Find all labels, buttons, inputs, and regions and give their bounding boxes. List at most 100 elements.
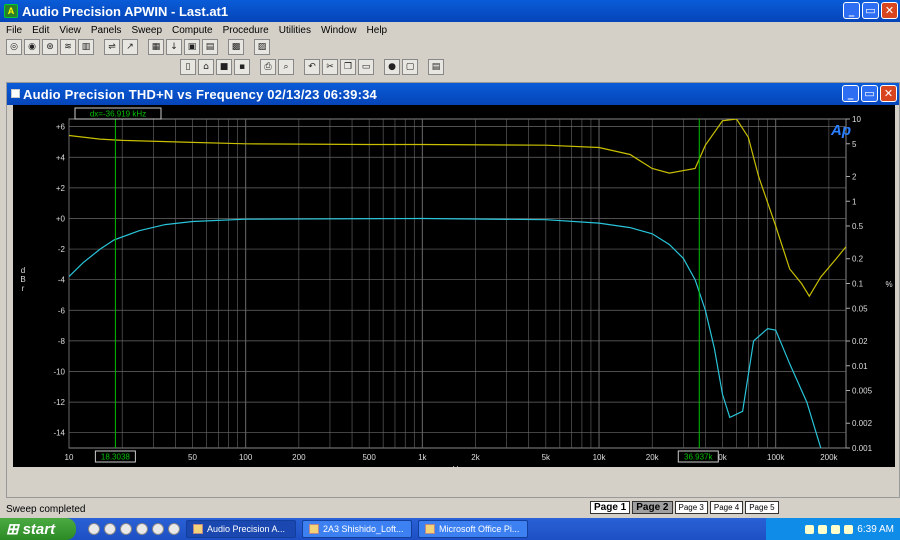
menu-compute[interactable]: Compute xyxy=(172,25,213,36)
media-icon[interactable] xyxy=(120,523,132,535)
stop-icon[interactable]: ▢ xyxy=(402,59,418,75)
y-right-tick-label: 0.5 xyxy=(852,222,864,231)
go-icon[interactable]: ● xyxy=(384,59,400,75)
save-icon[interactable]: ■ xyxy=(216,59,232,75)
desktop-icon[interactable] xyxy=(136,523,148,535)
open-file-icon[interactable]: ⌂ xyxy=(198,59,214,75)
start-button[interactable]: ⊞ start xyxy=(0,518,76,540)
copy-icon[interactable]: ❐ xyxy=(340,59,356,75)
task-office-picture[interactable]: Microsoft Office Pi... xyxy=(418,520,528,538)
graph-window-icon xyxy=(11,89,20,98)
graph-titlebar[interactable]: Audio Precision THD+N vs Frequency 02/13… xyxy=(7,83,899,105)
data-editor-icon[interactable]: ▤ xyxy=(202,39,218,55)
taskbar: ⊞ start Audio Precision A... 2A3 Shishid… xyxy=(0,518,900,540)
filter-panel-icon[interactable]: ≋ xyxy=(60,39,76,55)
y-left-axis-label: r xyxy=(22,284,25,293)
new-file-icon[interactable]: ▯ xyxy=(180,59,196,75)
x-tick-label: 1k xyxy=(418,453,427,462)
graph-view-icon[interactable]: ▣ xyxy=(184,39,200,55)
skype-icon[interactable] xyxy=(168,523,180,535)
sweep-panel-icon[interactable]: ⇌ xyxy=(104,39,120,55)
x-tick-label: 100k xyxy=(767,453,785,462)
graph-panel-icon[interactable]: ▦ xyxy=(148,39,164,55)
y-left-tick-label: -14 xyxy=(53,429,65,438)
macro-icon[interactable]: ▤ xyxy=(428,59,444,75)
y-left-tick-label: -12 xyxy=(53,398,65,407)
x-tick-label: 10 xyxy=(65,453,74,462)
minimize-button[interactable]: _ xyxy=(843,2,860,19)
outlook-icon[interactable] xyxy=(104,523,116,535)
y-right-tick-label: 10 xyxy=(852,115,861,124)
graph-window: Audio Precision THD+N vs Frequency 02/13… xyxy=(6,82,900,498)
y-right-tick-label: 0.1 xyxy=(852,280,864,289)
paste-icon[interactable]: ▭ xyxy=(358,59,374,75)
maximize-button[interactable]: ▭ xyxy=(862,2,879,19)
y-right-axis-label: % xyxy=(885,280,892,289)
app-window: A Audio Precision APWIN - Last.at1 _ ▭ ✕… xyxy=(0,0,900,540)
bargraph-panel-icon[interactable]: ▥ xyxy=(78,39,94,55)
menu-panels[interactable]: Panels xyxy=(91,25,122,36)
y-left-axis-label: B xyxy=(20,275,25,284)
sweep-settings-icon[interactable]: ↗ xyxy=(122,39,138,55)
graph-close-button[interactable]: ✕ xyxy=(880,85,897,102)
y-left-tick-label: +0 xyxy=(56,214,66,223)
page-tab-4[interactable]: Page 4 xyxy=(709,501,744,514)
y-right-tick-label: 0.02 xyxy=(852,337,868,346)
y-left-tick-label: -8 xyxy=(58,337,66,346)
app-window-controls: _ ▭ ✕ xyxy=(843,2,898,19)
tray-update-icon[interactable] xyxy=(844,524,854,534)
undo-icon[interactable]: ↶ xyxy=(304,59,320,75)
x-tick-label: 0k xyxy=(718,453,727,462)
y-left-tick-label: -10 xyxy=(53,367,65,376)
cursor-left-readout: 18.3038 xyxy=(101,453,130,462)
menu-view[interactable]: View xyxy=(59,25,81,36)
log-icon[interactable]: ▨ xyxy=(254,39,270,55)
page-tab-1[interactable]: Page 1 xyxy=(590,501,631,514)
graph-minimize-button[interactable]: _ xyxy=(842,85,859,102)
task-audio-precision[interactable]: Audio Precision A... xyxy=(186,520,296,538)
regulation-icon[interactable]: ▩ xyxy=(228,39,244,55)
graph-window-controls: _ ▭ ✕ xyxy=(842,85,897,102)
menu-sweep[interactable]: Sweep xyxy=(131,25,162,36)
y-right-tick-label: 0.002 xyxy=(852,419,873,428)
x-tick-label: 500 xyxy=(362,453,376,462)
y-left-axis-label: d xyxy=(21,266,25,275)
cut-icon[interactable]: ✂ xyxy=(322,59,338,75)
menu-utilities[interactable]: Utilities xyxy=(279,25,311,36)
page-tab-3[interactable]: Page 3 xyxy=(674,501,708,514)
tray-security-icon[interactable] xyxy=(818,524,828,534)
print-icon[interactable]: ⎙ xyxy=(260,59,276,75)
page-tab-2[interactable]: Page 2 xyxy=(632,501,673,514)
quick-launch xyxy=(88,523,180,535)
ie-icon[interactable] xyxy=(88,523,100,535)
y-right-tick-label: 2 xyxy=(852,172,857,181)
app-titlebar[interactable]: A Audio Precision APWIN - Last.at1 _ ▭ ✕ xyxy=(0,0,900,22)
print-preview-icon[interactable]: ⌕ xyxy=(278,59,294,75)
menu-procedure[interactable]: Procedure xyxy=(223,25,269,36)
task-folder[interactable]: 2A3 Shishido_Loft... xyxy=(302,520,412,538)
page-tab-5[interactable]: Page 5 xyxy=(745,501,779,514)
close-button[interactable]: ✕ xyxy=(881,2,898,19)
tray-volume-icon[interactable] xyxy=(831,524,841,534)
menu-help[interactable]: Help xyxy=(367,25,388,36)
tray-network-icon[interactable] xyxy=(805,524,815,534)
menu-edit[interactable]: Edit xyxy=(32,25,49,36)
x-tick-label: 10k xyxy=(593,453,607,462)
menu-bar: File Edit View Panels Sweep Compute Proc… xyxy=(0,22,900,38)
cursor-dx-readout: dx=-36.919 kHz xyxy=(90,110,146,119)
plot-frame xyxy=(68,118,847,449)
menu-window[interactable]: Window xyxy=(321,25,357,36)
ap-task-icon xyxy=(193,524,203,534)
thdn-frequency-plot[interactable]: +6 +4 +2 +0 -2 -4 -6 -8 -10 -12 -14 10 5 2 1 0.5 0.2 0.1 0… xyxy=(13,105,895,467)
status-text: Sweep completed xyxy=(6,503,86,515)
graph-maximize-button[interactable]: ▭ xyxy=(861,85,878,102)
generator-panel-icon[interactable]: ◎ xyxy=(6,39,22,55)
x-axis-label: Hz xyxy=(453,465,463,467)
analyzer-panel-icon[interactable]: ◉ xyxy=(24,39,40,55)
firefox-icon[interactable] xyxy=(152,523,164,535)
save-all-icon[interactable]: ▪ xyxy=(234,59,250,75)
sweep-start-icon[interactable]: ↓ xyxy=(166,39,182,55)
menu-file[interactable]: File xyxy=(6,25,22,36)
digital-panel-icon[interactable]: ⊛ xyxy=(42,39,58,55)
start-label: start xyxy=(22,520,56,538)
